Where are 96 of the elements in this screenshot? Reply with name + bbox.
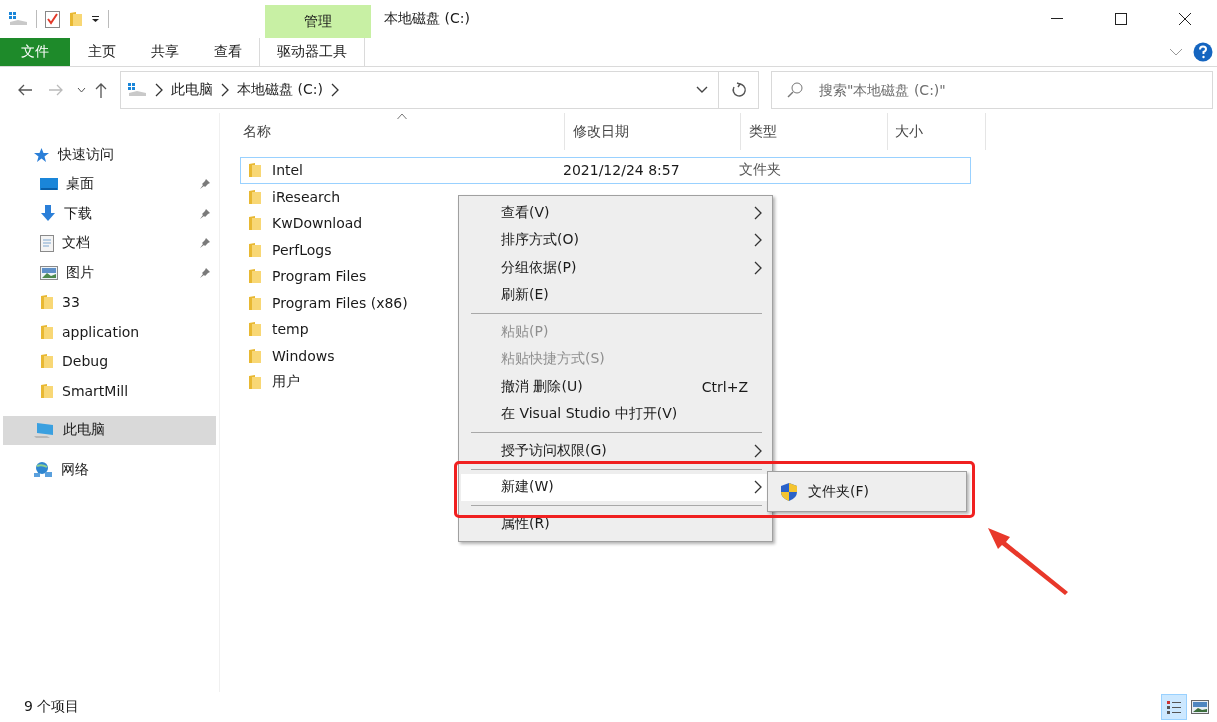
folder-icon bbox=[69, 11, 83, 27]
up-arrow-icon bbox=[95, 82, 107, 98]
file-name[interactable]: PerfLogs bbox=[272, 241, 332, 258]
pin-icon[interactable] bbox=[199, 237, 211, 250]
address-bar[interactable]: 此电脑 本地磁盘 (C:) bbox=[120, 71, 719, 109]
window-title: 本地磁盘 (C:) bbox=[383, 9, 471, 28]
file-name[interactable]: Windows bbox=[272, 347, 335, 364]
forward-arrow-icon bbox=[48, 84, 64, 96]
folder-icon bbox=[40, 382, 54, 399]
folder-icon bbox=[40, 353, 54, 370]
folder-icon bbox=[248, 294, 262, 311]
drive-icon bbox=[127, 82, 147, 98]
sidebar-item[interactable]: 33 bbox=[0, 287, 219, 317]
menu-item[interactable]: 排序方式(O) bbox=[461, 226, 770, 254]
breadcrumb-separator-icon bbox=[221, 83, 229, 97]
search-field[interactable]: 搜索"本地磁盘 (C:)" bbox=[771, 71, 1213, 109]
folder-icon bbox=[40, 323, 54, 340]
drive-icon[interactable] bbox=[8, 11, 28, 27]
item-count: 9 个项目 bbox=[24, 698, 81, 716]
checklist-icon[interactable] bbox=[45, 10, 61, 28]
sidebar-item[interactable]: 图片 bbox=[0, 258, 219, 288]
ribbon-tab[interactable]: 文件 bbox=[0, 38, 70, 66]
breadcrumb-separator-icon bbox=[155, 83, 163, 97]
sidebar-item[interactable]: 此电脑 bbox=[3, 415, 216, 445]
file-name[interactable]: Program Files (x86) bbox=[272, 294, 408, 311]
folder-icon bbox=[248, 374, 262, 391]
sidebar-item[interactable]: 桌面 bbox=[0, 169, 219, 199]
contextual-tab-group: 管理 bbox=[265, 5, 371, 38]
folder-icon bbox=[248, 215, 262, 232]
breadcrumb[interactable]: 此电脑 bbox=[171, 81, 213, 99]
sidebar-item[interactable]: 下载 bbox=[0, 199, 219, 229]
folder-icon bbox=[248, 241, 262, 258]
folder-icon bbox=[248, 268, 262, 285]
menu-item[interactable]: 查看(V) bbox=[461, 199, 770, 227]
sidebar-item[interactable]: application bbox=[0, 317, 219, 347]
folder-icon bbox=[248, 188, 262, 205]
star-icon bbox=[33, 146, 50, 163]
column-header[interactable]: 修改日期 bbox=[565, 113, 741, 150]
folder-icon bbox=[248, 347, 262, 364]
column-header[interactable]: 名称 bbox=[240, 113, 565, 150]
search-icon bbox=[787, 82, 803, 98]
maximize-icon bbox=[1115, 13, 1127, 25]
chevron-down-icon bbox=[76, 87, 86, 93]
file-name[interactable]: iResearch bbox=[272, 188, 341, 205]
minimize-icon bbox=[1051, 18, 1063, 20]
computer-icon bbox=[33, 421, 55, 439]
desktop-icon bbox=[40, 177, 58, 192]
folder-icon bbox=[248, 162, 262, 179]
document-icon bbox=[40, 234, 54, 252]
menu-item[interactable]: 文件夹(F) bbox=[768, 472, 966, 511]
thumbnail-view-icon bbox=[1191, 700, 1209, 714]
sidebar-item[interactable]: Debug bbox=[0, 346, 219, 376]
download-icon bbox=[40, 205, 56, 223]
close-icon bbox=[1179, 13, 1191, 25]
breadcrumb[interactable]: 本地磁盘 (C:) bbox=[237, 81, 323, 99]
back-arrow-icon bbox=[17, 84, 33, 96]
folder-icon bbox=[248, 321, 262, 338]
sidebar-item[interactable]: 快速访问 bbox=[0, 140, 219, 170]
details-view-icon bbox=[1166, 700, 1182, 714]
breadcrumb-separator-icon bbox=[330, 83, 339, 97]
folder-icon bbox=[40, 294, 54, 311]
column-header[interactable]: 类型 bbox=[741, 113, 888, 150]
dropdown-icon[interactable] bbox=[696, 86, 708, 94]
file-type: 文件夹 bbox=[739, 161, 781, 180]
sort-up-icon bbox=[396, 113, 408, 120]
dropdown-icon[interactable] bbox=[91, 15, 100, 23]
sidebar-item[interactable]: SmartMill bbox=[0, 376, 219, 406]
file-name[interactable]: Intel bbox=[272, 162, 303, 179]
shortcut-text: Ctrl+Z bbox=[701, 378, 748, 395]
focused-file-row[interactable]: Intel 2021/12/24 8:57 文件夹 bbox=[240, 157, 971, 184]
shield-icon bbox=[780, 481, 798, 502]
ribbon-tab[interactable]: 驱动器工具 bbox=[259, 38, 365, 66]
file-name[interactable]: temp bbox=[272, 321, 309, 338]
details-view-button[interactable] bbox=[1161, 694, 1187, 720]
help-icon[interactable] bbox=[1193, 42, 1213, 62]
modified-date: 2021/12/24 8:57 bbox=[563, 162, 680, 179]
column-header[interactable]: 大小 bbox=[888, 113, 986, 150]
file-name[interactable]: KwDownload bbox=[272, 215, 363, 232]
menu-item[interactable]: 刷新(E) bbox=[461, 281, 770, 309]
sidebar-item[interactable]: 文档 bbox=[0, 228, 219, 258]
expand-ribbon-icon[interactable] bbox=[1169, 48, 1183, 56]
menu-item[interactable]: 新建(W) bbox=[461, 473, 770, 501]
network-icon bbox=[33, 461, 53, 479]
picture-icon bbox=[40, 265, 58, 280]
pin-icon[interactable] bbox=[199, 178, 211, 191]
menu-item[interactable]: 授予访问权限(G) bbox=[461, 437, 770, 465]
menu-item[interactable]: 撤消 删除(U) Ctrl+Z bbox=[461, 373, 770, 401]
sidebar-item[interactable]: 网络 bbox=[0, 455, 219, 485]
file-name[interactable]: Program Files bbox=[272, 268, 367, 285]
menu-item[interactable]: 分组依据(P) bbox=[461, 254, 770, 282]
refresh-button[interactable] bbox=[719, 71, 759, 109]
pin-icon[interactable] bbox=[199, 207, 211, 220]
menu-item[interactable]: 在 Visual Studio 中打开(V) bbox=[461, 400, 770, 428]
file-name[interactable]: 用户 bbox=[272, 373, 300, 392]
refresh-icon bbox=[730, 82, 747, 98]
pin-icon[interactable] bbox=[199, 266, 211, 279]
